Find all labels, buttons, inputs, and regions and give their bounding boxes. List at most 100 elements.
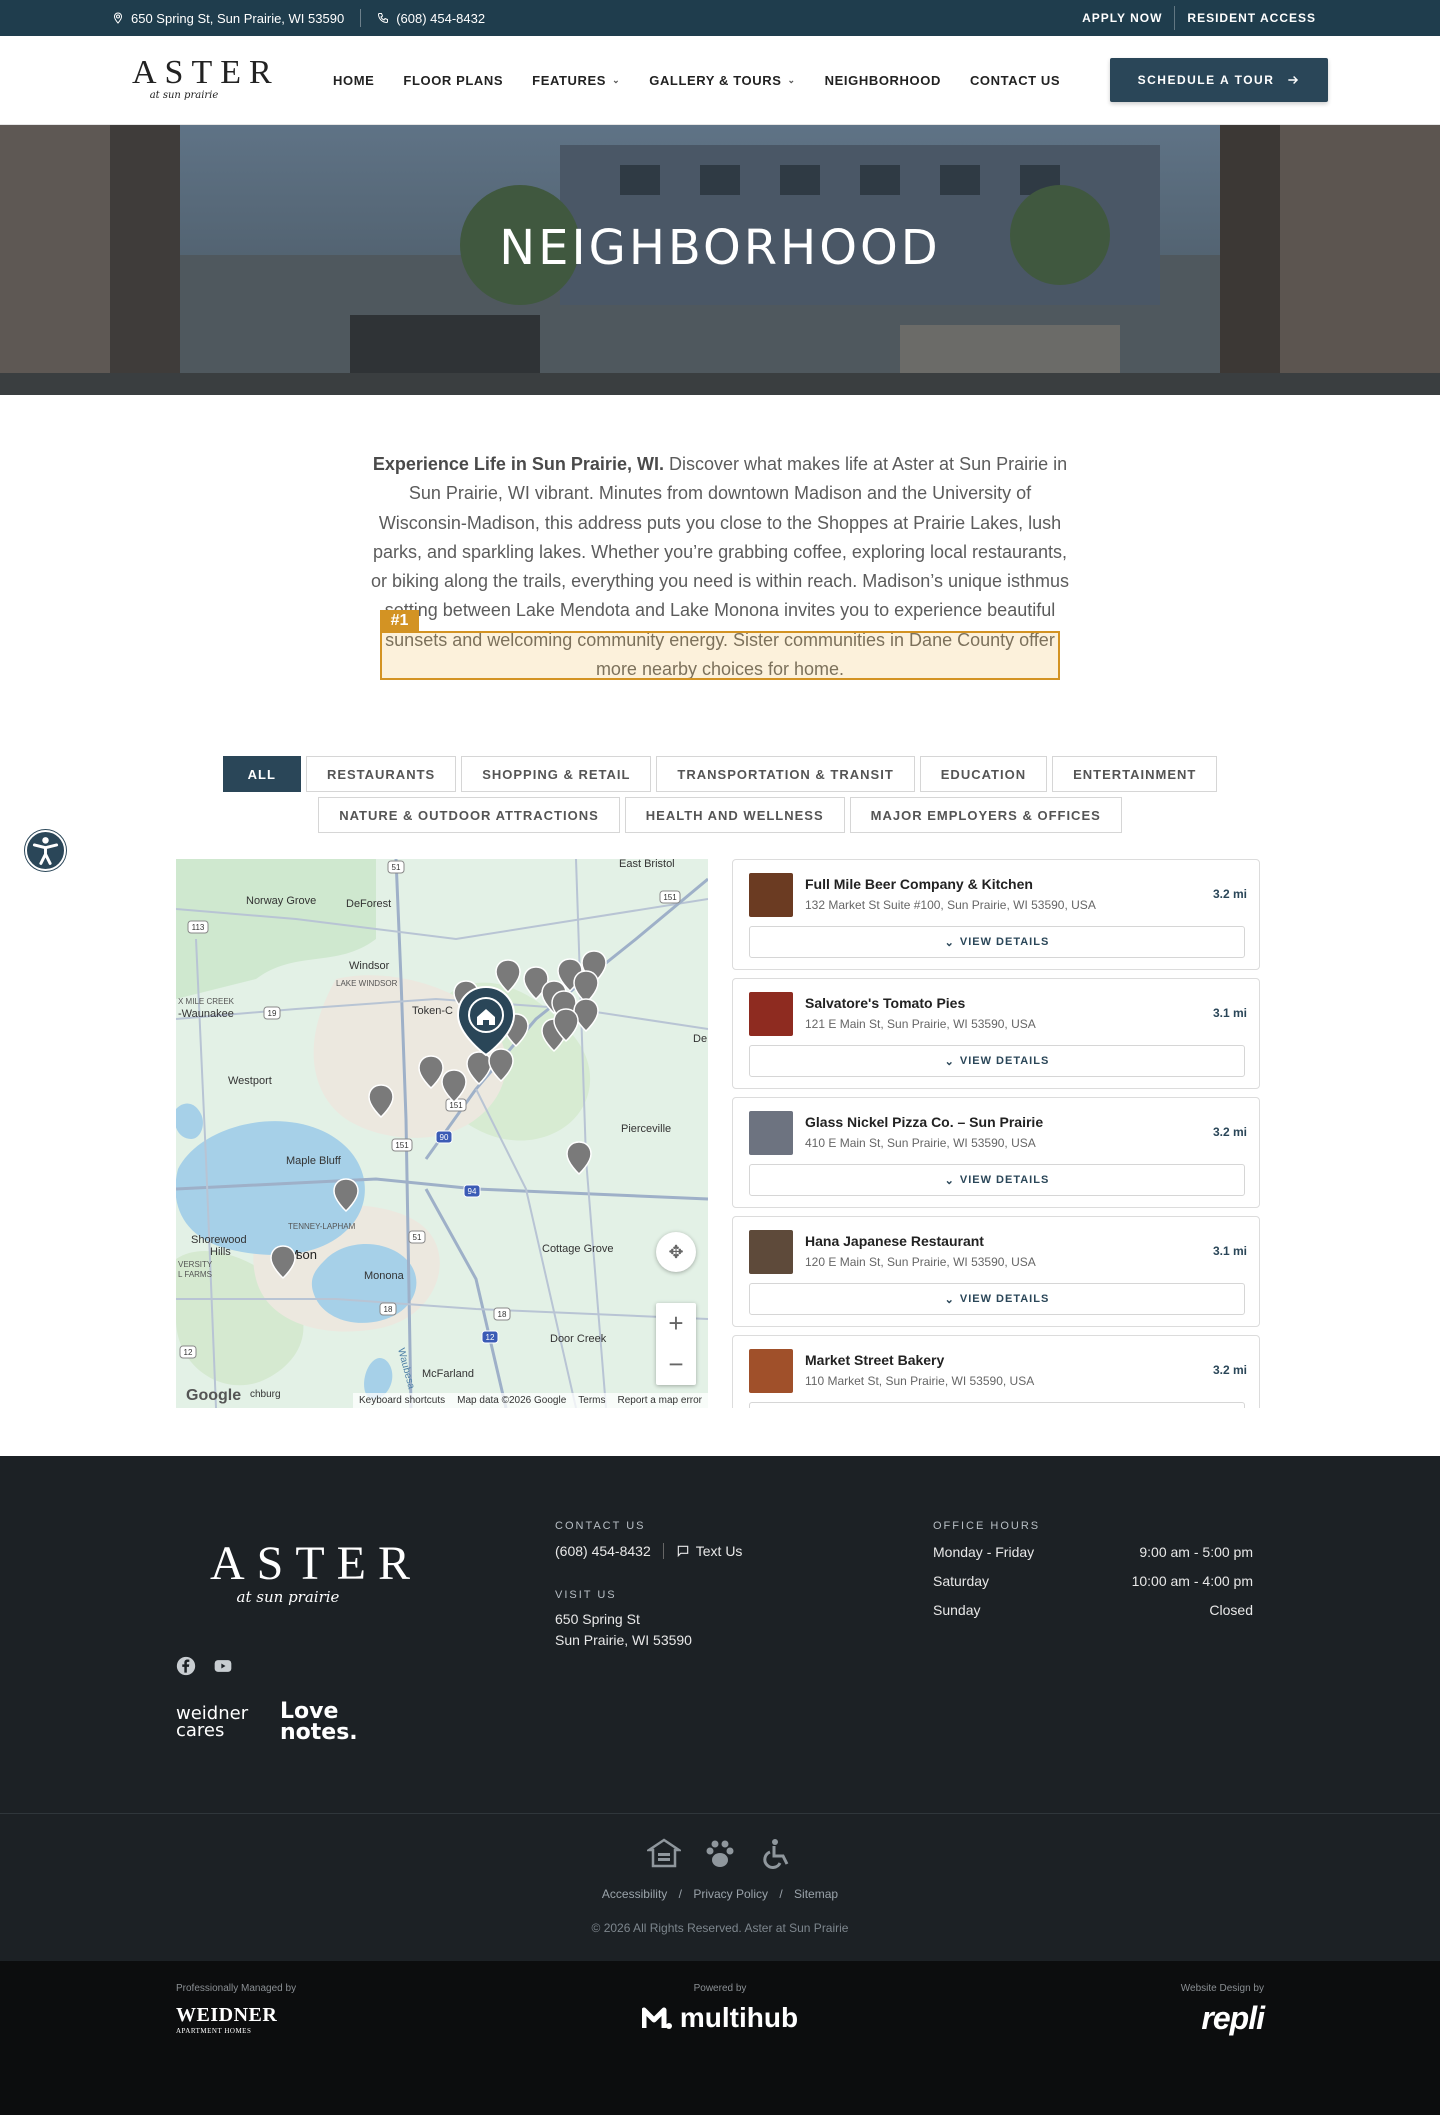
place-distance: 3.1 mi (1212, 1244, 1247, 1258)
nav-floor-plans[interactable]: FLOOR PLANS (403, 73, 503, 88)
logo-main: ASTER (132, 54, 280, 91)
topbar-address[interactable]: 650 Spring St, Sun Prairie, WI 53590 (112, 11, 344, 26)
footer-address[interactable]: 650 Spring St Sun Prairie, WI 53590 (555, 1609, 742, 1651)
nav-contact-label: CONTACT US (969, 73, 1061, 88)
hours-time: 9:00 am - 5:00 pm (1139, 1544, 1253, 1560)
chat-bubble-icon (677, 1545, 688, 1558)
nav-neighborhood[interactable]: NEIGHBORHOOD (825, 73, 941, 88)
facebook-icon[interactable] (176, 1656, 196, 1676)
filter-shopping[interactable]: SHOPPING & RETAIL (461, 756, 652, 792)
route-shield-51b: 51 (413, 1233, 422, 1242)
place-card[interactable]: Glass Nickel Pizza Co. – Sun Prairie 410… (732, 1097, 1260, 1208)
place-name: Market Street Bakery (805, 1352, 945, 1368)
weidner-cares-badge[interactable]: weidner cares (176, 1705, 258, 1740)
filter-education[interactable]: EDUCATION (919, 756, 1048, 792)
design-by: Website Design by repli (1181, 1983, 1265, 2037)
filter-restaurants[interactable]: RESTAURANTS (305, 756, 457, 792)
view-details-button[interactable]: ⌄VIEW DETAILS (749, 1402, 1245, 1408)
nav-features[interactable]: FEATURES ⌄ (532, 73, 620, 88)
nav-neighborhood-label: NEIGHBORHOOD (824, 73, 941, 88)
map-label-waunakee: -Waunakee (178, 1008, 234, 1020)
site-logo[interactable]: ASTER at sun prairie (132, 54, 280, 102)
fullscreen-toggle-icon[interactable]: ✥ (656, 1232, 696, 1272)
zoom-control: + − (656, 1303, 696, 1385)
route-shield-94: 94 (468, 1187, 477, 1196)
repli-logo[interactable]: repli (1181, 2000, 1265, 2037)
map-canvas[interactable]: East Bristol Norway Grove DeForest Winds… (176, 859, 708, 1408)
map-label-shorewood: Shorewood (191, 1234, 247, 1246)
footer-logo[interactable]: ASTER at sun prairie (210, 1537, 423, 1607)
equal-housing-icon (647, 1838, 681, 1868)
footer-divider (0, 1813, 1440, 1814)
keyboard-shortcuts-link[interactable]: Keyboard shortcuts (359, 1395, 445, 1406)
filter-transportation[interactable]: TRANSPORTATION & TRANSIT (656, 756, 915, 792)
filter-entertainment[interactable]: ENTERTAINMENT (1052, 756, 1218, 792)
route-shield-51: 51 (392, 863, 401, 872)
route-shield-18b: 18 (498, 1310, 507, 1319)
neighborhood-map[interactable]: East Bristol Norway Grove DeForest Winds… (176, 859, 708, 1408)
view-details-button[interactable]: ⌄VIEW DETAILS (749, 926, 1245, 958)
map-label-madison-b: son (296, 1247, 317, 1262)
filter-health[interactable]: HEALTH AND WELLNESS (624, 797, 845, 833)
place-card[interactable]: Full Mile Beer Company & Kitchen 132 Mar… (732, 859, 1260, 970)
link-separator: / (678, 1887, 682, 1901)
text-us-link[interactable]: Text Us (696, 1543, 743, 1559)
report-error-link[interactable]: Report a map error (618, 1395, 702, 1406)
view-details-button[interactable]: ⌄VIEW DETAILS (749, 1164, 1245, 1196)
place-address: 120 E Main St, Sun Prairie, WI 53590, US… (805, 1255, 1036, 1269)
place-name: Full Mile Beer Company & Kitchen (805, 876, 1033, 892)
highlight-tag: #1 (380, 610, 419, 632)
terms-link[interactable]: Terms (578, 1395, 605, 1406)
map-label-hills: Hills (210, 1246, 231, 1258)
footer-address-line1: 650 Spring St (555, 1611, 640, 1627)
love-notes-badge[interactable]: Love notes. (280, 1701, 358, 1744)
footer-links: Accessibility / Privacy Policy / Sitemap (0, 1887, 1440, 1901)
accessibility-widget-button[interactable] (25, 830, 66, 871)
top-bar: 650 Spring St, Sun Prairie, WI 53590 (60… (0, 0, 1440, 36)
filter-employers[interactable]: MAJOR EMPLOYERS & OFFICES (849, 797, 1122, 833)
place-address: 110 Market St, Sun Prairie, WI 53590, US… (805, 1374, 1035, 1388)
places-list[interactable]: Full Mile Beer Company & Kitchen 132 Mar… (732, 859, 1260, 1408)
place-thumbnail (749, 1349, 793, 1393)
map-data-text: Map data ©2026 Google (457, 1395, 567, 1406)
footer-phone[interactable]: (608) 454-8432 (555, 1543, 651, 1559)
map-label-pierceville: Pierceville (621, 1123, 671, 1135)
chevron-down-icon: ⌄ (612, 75, 621, 85)
contact-heading: CONTACT US (555, 1520, 646, 1532)
chevron-down-icon: ⌄ (944, 936, 955, 949)
contact-row: (608) 454-8432 Text Us (555, 1543, 742, 1559)
filter-row-2: NATURE & OUTDOOR ATTRACTIONS HEALTH AND … (0, 797, 1440, 833)
map-label-door-creek: Door Creek (550, 1333, 607, 1345)
social-links (176, 1656, 234, 1676)
map-label-six-mile: X MILE CREEK (178, 997, 235, 1006)
hours-day: Sunday (933, 1602, 981, 1618)
zoom-out-button[interactable]: − (656, 1344, 696, 1385)
accessibility-link[interactable]: Accessibility (602, 1887, 667, 1901)
place-card[interactable]: Salvatore's Tomato Pies 121 E Main St, S… (732, 978, 1260, 1089)
topbar-phone[interactable]: (608) 454-8432 (377, 11, 485, 26)
footer-logo-main: ASTER (210, 1537, 423, 1590)
schedule-tour-button[interactable]: SCHEDULE A TOUR (1110, 58, 1328, 102)
place-card[interactable]: Hana Japanese Restaurant 120 E Main St, … (732, 1216, 1260, 1327)
view-details-button[interactable]: ⌄VIEW DETAILS (749, 1283, 1245, 1315)
apply-now-link[interactable]: APPLY NOW (1070, 11, 1174, 25)
nav-contact[interactable]: CONTACT US (970, 73, 1060, 88)
nav-home[interactable]: HOME (333, 73, 374, 88)
zoom-in-button[interactable]: + (656, 1303, 696, 1344)
sitemap-link[interactable]: Sitemap (794, 1887, 838, 1901)
contact-divider (662, 1543, 664, 1559)
nav-gallery[interactable]: GALLERY & TOURS ⌄ (649, 73, 795, 88)
place-card[interactable]: Market Street Bakery 110 Market St, Sun … (732, 1335, 1260, 1408)
filter-nature[interactable]: NATURE & OUTDOOR ATTRACTIONS (318, 797, 620, 833)
youtube-icon[interactable] (212, 1656, 234, 1676)
filter-all[interactable]: ALL (222, 756, 301, 792)
resident-access-link[interactable]: RESIDENT ACCESS (1175, 11, 1328, 25)
phone-icon (378, 13, 389, 24)
privacy-policy-link[interactable]: Privacy Policy (693, 1887, 768, 1901)
chevron-down-icon: ⌄ (944, 1293, 955, 1306)
place-thumbnail (749, 1230, 793, 1274)
view-details-button[interactable]: ⌄VIEW DETAILS (749, 1045, 1245, 1077)
visit-heading: VISIT US (555, 1589, 617, 1601)
chevron-down-icon: ⌄ (944, 1055, 955, 1068)
google-logo[interactable]: Google (186, 1387, 241, 1405)
